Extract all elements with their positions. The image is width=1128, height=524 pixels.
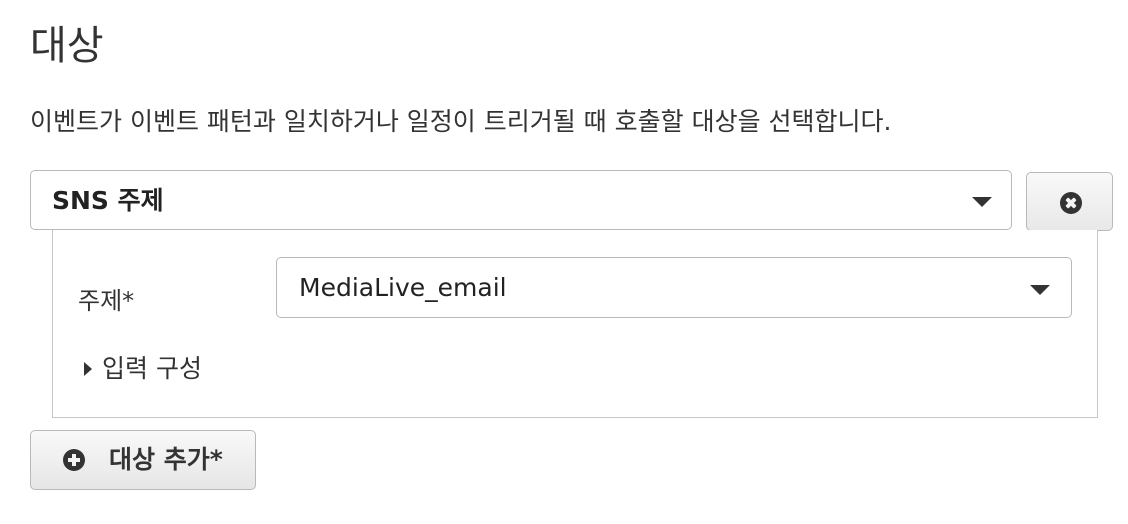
caret-right-icon: [84, 362, 92, 376]
add-target-label: 대상 추가*: [109, 445, 223, 474]
topic-select-value: MediaLive_email: [299, 273, 507, 302]
close-circle-icon: [1060, 192, 1082, 214]
add-target-button[interactable]: 대상 추가*: [30, 430, 256, 490]
input-config-label: 입력 구성: [102, 354, 202, 383]
topic-label: 주제*: [78, 287, 135, 315]
target-type-select[interactable]: SNS 주제: [30, 170, 1012, 230]
targets-section: 대상 이벤트가 이벤트 패턴과 일치하거나 일정이 트리거될 때 호출할 대상을…: [0, 0, 1128, 524]
plus-circle-icon: [63, 449, 85, 471]
topic-select[interactable]: MediaLive_email: [276, 257, 1072, 318]
section-description: 이벤트가 이벤트 패턴과 일치하거나 일정이 트리거될 때 호출할 대상을 선택…: [30, 107, 892, 136]
chevron-down-icon: [1030, 285, 1050, 295]
chevron-down-icon: [972, 197, 992, 207]
remove-target-button[interactable]: [1026, 172, 1113, 231]
section-title: 대상: [30, 23, 104, 69]
target-type-value: SNS 주제: [52, 186, 164, 215]
